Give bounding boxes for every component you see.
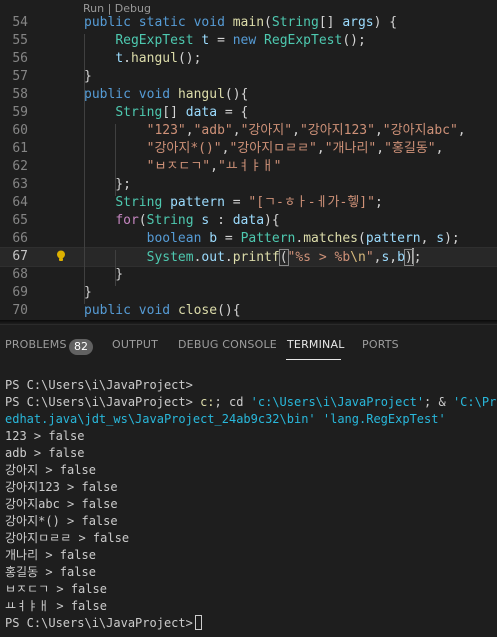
cmd-drive: c:: [200, 395, 215, 409]
terminal-output-line: 홍길동 > false: [5, 565, 96, 579]
code-editor[interactable]: Run | Debug 54 public static void main(St…: [0, 0, 497, 324]
code-line[interactable]: 57}: [0, 68, 497, 86]
code-line[interactable]: 54 public static void main(String[] args)…: [0, 14, 497, 32]
code-text: public void hangul(){: [84, 87, 249, 102]
code-line[interactable]: 64 String pattern = "[ㄱ-ㅎㅏ-ㅔ가-헿]";: [0, 194, 497, 212]
terminal-output-line: adb > false: [5, 446, 85, 460]
code-line[interactable]: 65 for(String s : data){: [0, 212, 497, 230]
tab-problems[interactable]: PROBLEMS: [5, 338, 67, 351]
code-line[interactable]: 61 "강아지*()","강아지ㅁㄹㄹ","개나리","홍길동",: [0, 140, 497, 158]
terminal-prompt: PS C:\Users\i\JavaProject>: [5, 395, 193, 409]
code-line[interactable]: 63 };: [0, 176, 497, 194]
line-number: 70: [12, 303, 28, 318]
terminal-output-line: ㅛㅕㅑㅐ > false: [5, 599, 107, 613]
terminal-output-line: 강아지*() > false: [5, 514, 118, 528]
terminal-output-line: 강아지abc > false: [5, 497, 118, 511]
code-line[interactable]: 62 "ㅂㅈㄷㄱ","ㅛㅕㅑㅐ": [0, 158, 497, 176]
cmd-path: 'c:\Users\i\JavaProject': [250, 395, 425, 409]
line-number: 67: [12, 249, 28, 264]
code-text: }: [84, 267, 124, 282]
code-line[interactable]: 59 String[] data = {: [0, 104, 497, 122]
code-line[interactable]: 60 "123","adb","강아지","강아지123","강아지abc",: [0, 122, 497, 140]
code-text: System.out.printf("%s > %b\n",s,b);: [146, 248, 422, 266]
code-text: }: [84, 285, 92, 300]
line-number: 60: [12, 123, 28, 138]
line-number: 57: [12, 69, 28, 84]
line-number: 69: [12, 285, 28, 300]
terminal-output-line: ㅂㅈㄷㄱ > false: [5, 582, 107, 596]
line-number: 58: [12, 87, 28, 102]
bottom-panel: PROBLEMS 82 OUTPUT DEBUG CONSOLE TERMINA…: [0, 324, 497, 637]
tab-ports[interactable]: PORTS: [362, 338, 399, 351]
cmd-text: ; &: [424, 395, 453, 409]
code-text: public static void main(String[] args) {: [84, 15, 398, 30]
terminal-output-line: 강아지ㅁㄹㄹ > false: [5, 531, 130, 545]
code-text: boolean b = Pattern.matches(pattern, s);: [146, 231, 460, 246]
terminal-output-line: 개나리 > false: [5, 548, 96, 562]
terminal-final-prompt-line: PS C:\Users\i\JavaProject>: [5, 615, 202, 632]
terminal-command-line: PS C:\Users\i\JavaProject> c:; cd 'c:\Us…: [5, 394, 497, 411]
terminal-prompt: PS C:\Users\i\JavaProject>: [5, 378, 193, 392]
code-line[interactable]: 66 boolean b = Pattern.matches(pattern, …: [0, 230, 497, 248]
tab-debug-console[interactable]: DEBUG CONSOLE: [178, 338, 277, 351]
code-line[interactable]: 56 t.hangul();: [0, 50, 497, 68]
line-number: 62: [12, 159, 28, 174]
code-text: RegExpTest t = new RegExpTest();: [115, 33, 366, 48]
terminal-prompt: PS C:\Users\i\JavaProject>: [5, 616, 193, 630]
indent-guide: [115, 124, 116, 196]
line-number: 68: [12, 267, 28, 282]
code-line[interactable]: 67 System.out.printf("%s > %b\n",s,b);: [0, 247, 497, 267]
line-number: 54: [12, 15, 28, 30]
line-number: 63: [12, 177, 28, 192]
problems-count-badge: 82: [69, 339, 93, 355]
indent-guide: [84, 34, 85, 304]
code-text: String[] data = {: [115, 105, 249, 120]
terminal-output-line: 강아지 > false: [5, 463, 96, 477]
code-line[interactable]: 68 }: [0, 266, 497, 284]
line-number: 61: [12, 141, 28, 156]
code-text: for(String s : data){: [115, 213, 280, 228]
code-text: "123","adb","강아지","강아지123","강아지abc",: [146, 123, 466, 138]
cmd-text: ; cd: [214, 395, 251, 409]
code-text: public void close(){: [84, 303, 241, 318]
line-number: 65: [12, 213, 28, 228]
line-number: 64: [12, 195, 28, 210]
indent-guide: [115, 250, 116, 286]
code-text: "강아지*()","강아지ㅁㄹㄹ","개나리","홍길동",: [146, 141, 444, 156]
code-text: "ㅂㅈㄷㄱ","ㅛㅕㅑㅐ": [146, 159, 282, 174]
code-line[interactable]: 55 RegExpTest t = new RegExpTest();: [0, 32, 497, 50]
terminal-command-continuation: edhat.java\jdt_ws\JavaProject_24ab9c32\b…: [5, 412, 446, 426]
cmd-java-path: 'C:\Prog: [452, 395, 497, 409]
lightbulb-icon[interactable]: [56, 250, 66, 262]
panel-tabs: PROBLEMS 82 OUTPUT DEBUG CONSOLE TERMINA…: [0, 325, 497, 365]
tab-terminal[interactable]: TERMINAL: [287, 338, 345, 351]
line-number: 56: [12, 51, 28, 66]
code-text: t.hangul();: [115, 51, 202, 66]
code-line[interactable]: 70 public void close(){: [0, 302, 497, 320]
tab-output[interactable]: OUTPUT: [112, 338, 158, 351]
line-number: 59: [12, 105, 28, 120]
line-number: 66: [12, 231, 28, 246]
terminal-cursor: [194, 615, 202, 630]
terminal-output-line: 123 > false: [5, 429, 85, 443]
code-text: String pattern = "[ㄱ-ㅎㅏ-ㅔ가-헿]";: [115, 195, 383, 210]
line-number: 55: [12, 33, 28, 48]
terminal-output-line: 강아지123 > false: [5, 480, 118, 494]
active-tab-indicator: [286, 359, 341, 360]
code-text: };: [84, 177, 131, 192]
code-text: }: [84, 69, 92, 84]
code-line[interactable]: 58 public void hangul(){: [0, 86, 497, 104]
code-line[interactable]: 69}: [0, 284, 497, 302]
